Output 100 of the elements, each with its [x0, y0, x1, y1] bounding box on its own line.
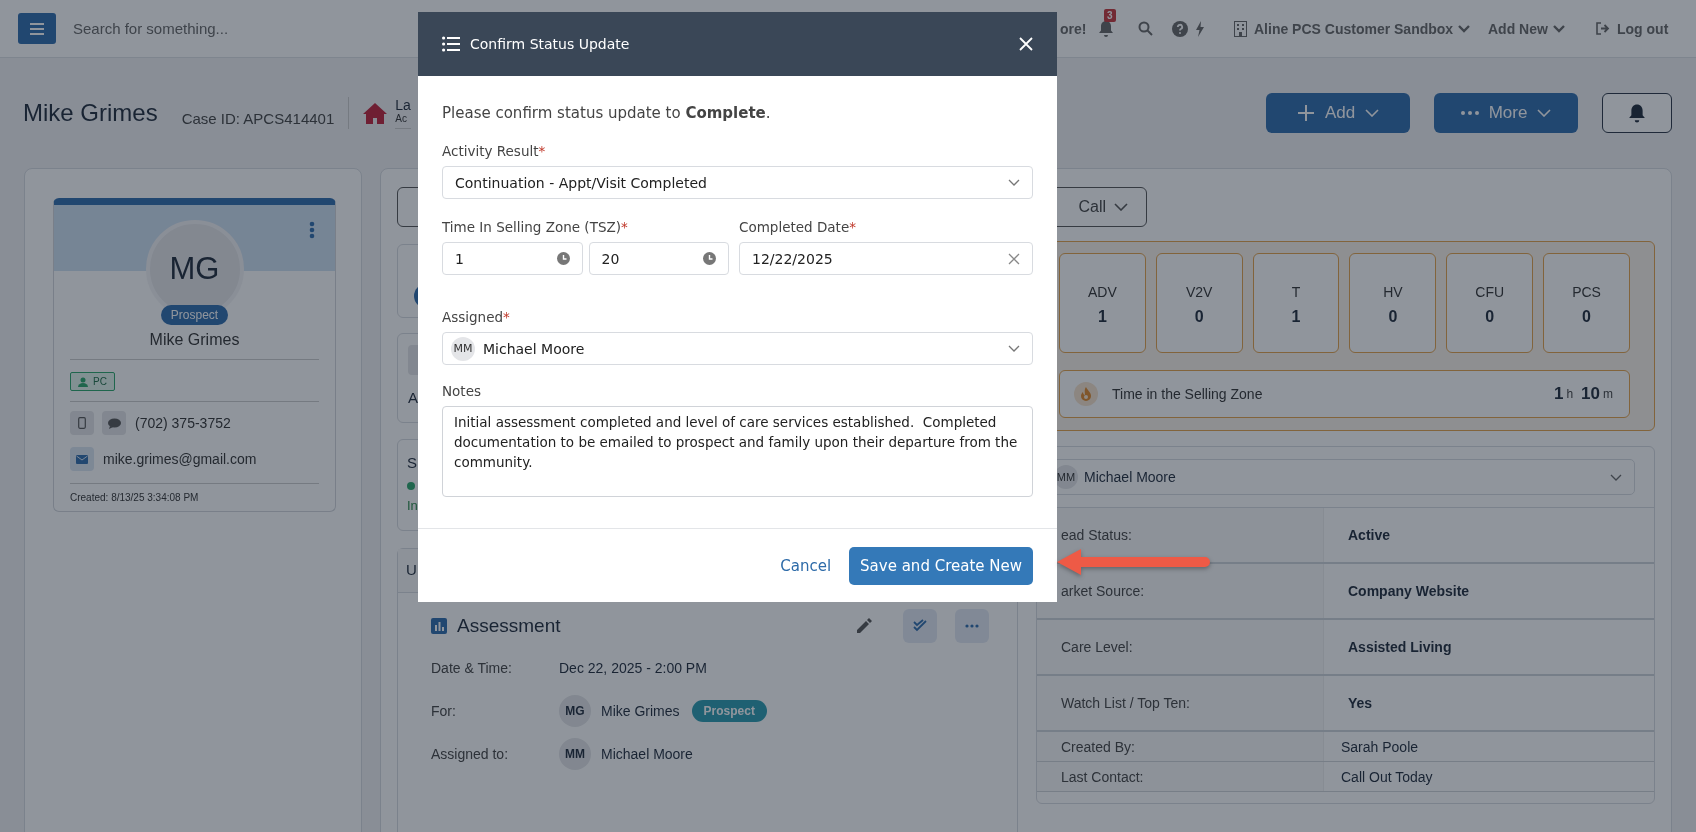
chart-icon — [431, 618, 447, 634]
lightning-icon[interactable] — [1195, 20, 1205, 37]
metric-value: 0 — [1388, 308, 1398, 326]
building-icon — [1234, 20, 1247, 37]
metric-value: 1 — [1097, 308, 1107, 326]
dots-icon — [965, 624, 979, 628]
modal-title: Confirm Status Update — [470, 36, 630, 52]
chevron-down-icon — [1537, 109, 1552, 117]
metric-label: T — [1291, 284, 1301, 300]
required-mark: * — [849, 219, 856, 235]
save-and-create-new-button[interactable]: Save and Create New — [849, 546, 1033, 585]
hours-field[interactable]: 1 — [442, 242, 583, 275]
clear-icon[interactable] — [1008, 252, 1020, 265]
clock-icon — [556, 252, 570, 265]
cancel-link[interactable]: Cancel — [778, 556, 834, 575]
bell-icon[interactable] — [1098, 19, 1114, 38]
detail-value: Call Out Today — [1340, 767, 1434, 787]
field-value: Dec 22, 2025 - 2:00 PM — [559, 660, 707, 676]
plus-icon — [1296, 104, 1315, 122]
clock-icon — [703, 252, 716, 265]
logout-icon — [1596, 22, 1610, 35]
metric-label: PCS — [1572, 284, 1601, 300]
phone-number[interactable]: (702) 375-3752 — [135, 415, 231, 431]
activity-result-dropdown[interactable]: Continuation - Appt/Visit Completed — [442, 166, 1033, 199]
flame-icon — [1074, 382, 1098, 406]
field-value: Mike Grimes — [601, 703, 680, 719]
role-tag: PC — [70, 372, 115, 391]
help-icon[interactable] — [1172, 20, 1188, 37]
email-address[interactable]: mike.grimes@gmail.com — [103, 451, 257, 467]
bell-icon — [1628, 102, 1646, 124]
contact-name: Mike Grimes — [23, 99, 158, 127]
detail-value: Yes — [1347, 694, 1374, 713]
community-subtitle: Ac — [395, 113, 408, 124]
assigned-dropdown[interactable]: MM Michael Moore — [442, 332, 1033, 365]
add-new-dropdown[interactable]: Add New — [1488, 20, 1565, 37]
activity-title: Assessment — [457, 615, 561, 637]
phone-icon[interactable] — [70, 411, 94, 435]
avatar: MG — [559, 695, 591, 727]
detail-value: Assisted Living — [1347, 638, 1453, 657]
add-button[interactable]: Add — [1266, 93, 1410, 133]
metric-label: CFU — [1475, 284, 1505, 300]
field-label: Date & Time: — [431, 660, 513, 676]
detail-value: Active — [1347, 526, 1392, 545]
complete-button[interactable] — [903, 609, 937, 643]
notification-badge: 3 — [1104, 8, 1116, 22]
metric-label: ADV — [1088, 284, 1117, 300]
confirmation-text: Please confirm status update to Complete. — [442, 104, 772, 122]
pencil-icon[interactable] — [855, 617, 873, 635]
metric-value: 0 — [1194, 308, 1204, 326]
home-icon — [363, 102, 388, 124]
minutes-field[interactable]: 20 — [588, 242, 729, 275]
card-text: A — [408, 389, 418, 406]
chevron-down-icon — [1365, 109, 1380, 117]
menu-button[interactable] — [18, 13, 56, 44]
required-mark: * — [538, 143, 546, 159]
selling-zone-label: Time in the Selling Zone — [1112, 386, 1263, 402]
field-label: Assigned — [442, 309, 504, 325]
metric-label: HV — [1383, 284, 1403, 300]
double-check-icon — [912, 619, 928, 633]
avatar: MM — [559, 738, 591, 770]
chevron-down-icon — [1458, 24, 1471, 33]
community-name: La — [395, 97, 411, 113]
required-mark: * — [620, 219, 628, 235]
metric-value: 0 — [1485, 308, 1495, 326]
chevron-down-icon — [1008, 345, 1020, 352]
menu-icon — [30, 22, 44, 35]
top-bar-text: ore! — [1060, 20, 1087, 37]
field-label: Assigned to: — [431, 746, 510, 762]
notes-field[interactable]: Initial assessment completed and level of care services established. Completed documentation to be emailed to prospect and family upon their departure from the community. — [442, 406, 1033, 497]
case-id: Case ID: APCS414401 — [181, 109, 335, 127]
field-label: Completed Date — [739, 219, 850, 235]
notifications-button[interactable] — [1602, 93, 1672, 133]
date-field[interactable]: 12/22/2025 — [739, 242, 1033, 275]
field-label: Activity Result — [442, 143, 539, 159]
close-icon[interactable] — [1019, 37, 1033, 51]
profile-name: Mike Grimes — [149, 331, 240, 349]
hours-value: 1 — [1553, 384, 1564, 404]
field-value: Michael Moore — [601, 746, 693, 762]
minutes-unit: m — [1603, 387, 1613, 401]
field-label: Notes — [442, 383, 481, 399]
status-text: In — [407, 498, 419, 513]
detail-value: Sarah Poole — [1340, 737, 1420, 757]
chat-icon[interactable] — [102, 411, 126, 435]
detail-value: Company Website — [1347, 582, 1471, 601]
logout-link[interactable]: Log out — [1596, 20, 1669, 37]
organization-dropdown[interactable]: Aline PCS Customer Sandbox — [1234, 20, 1471, 37]
search-field[interactable]: Search for something... — [73, 20, 229, 37]
metric-label: V2V — [1186, 284, 1213, 300]
card-title: U — [406, 561, 417, 578]
person-icon — [78, 376, 88, 387]
status-badge: Prospect — [160, 305, 229, 325]
hours-unit: h — [1566, 387, 1574, 401]
chevron-down-icon — [1114, 203, 1128, 211]
minutes-value: 10 — [1581, 384, 1600, 404]
mail-icon[interactable] — [70, 447, 94, 471]
metric-value: 1 — [1291, 308, 1301, 326]
more-options-icon[interactable] — [309, 221, 315, 239]
chevron-down-icon — [1008, 179, 1020, 186]
search-icon[interactable] — [1138, 21, 1153, 36]
more-button[interactable]: More — [1434, 93, 1578, 133]
